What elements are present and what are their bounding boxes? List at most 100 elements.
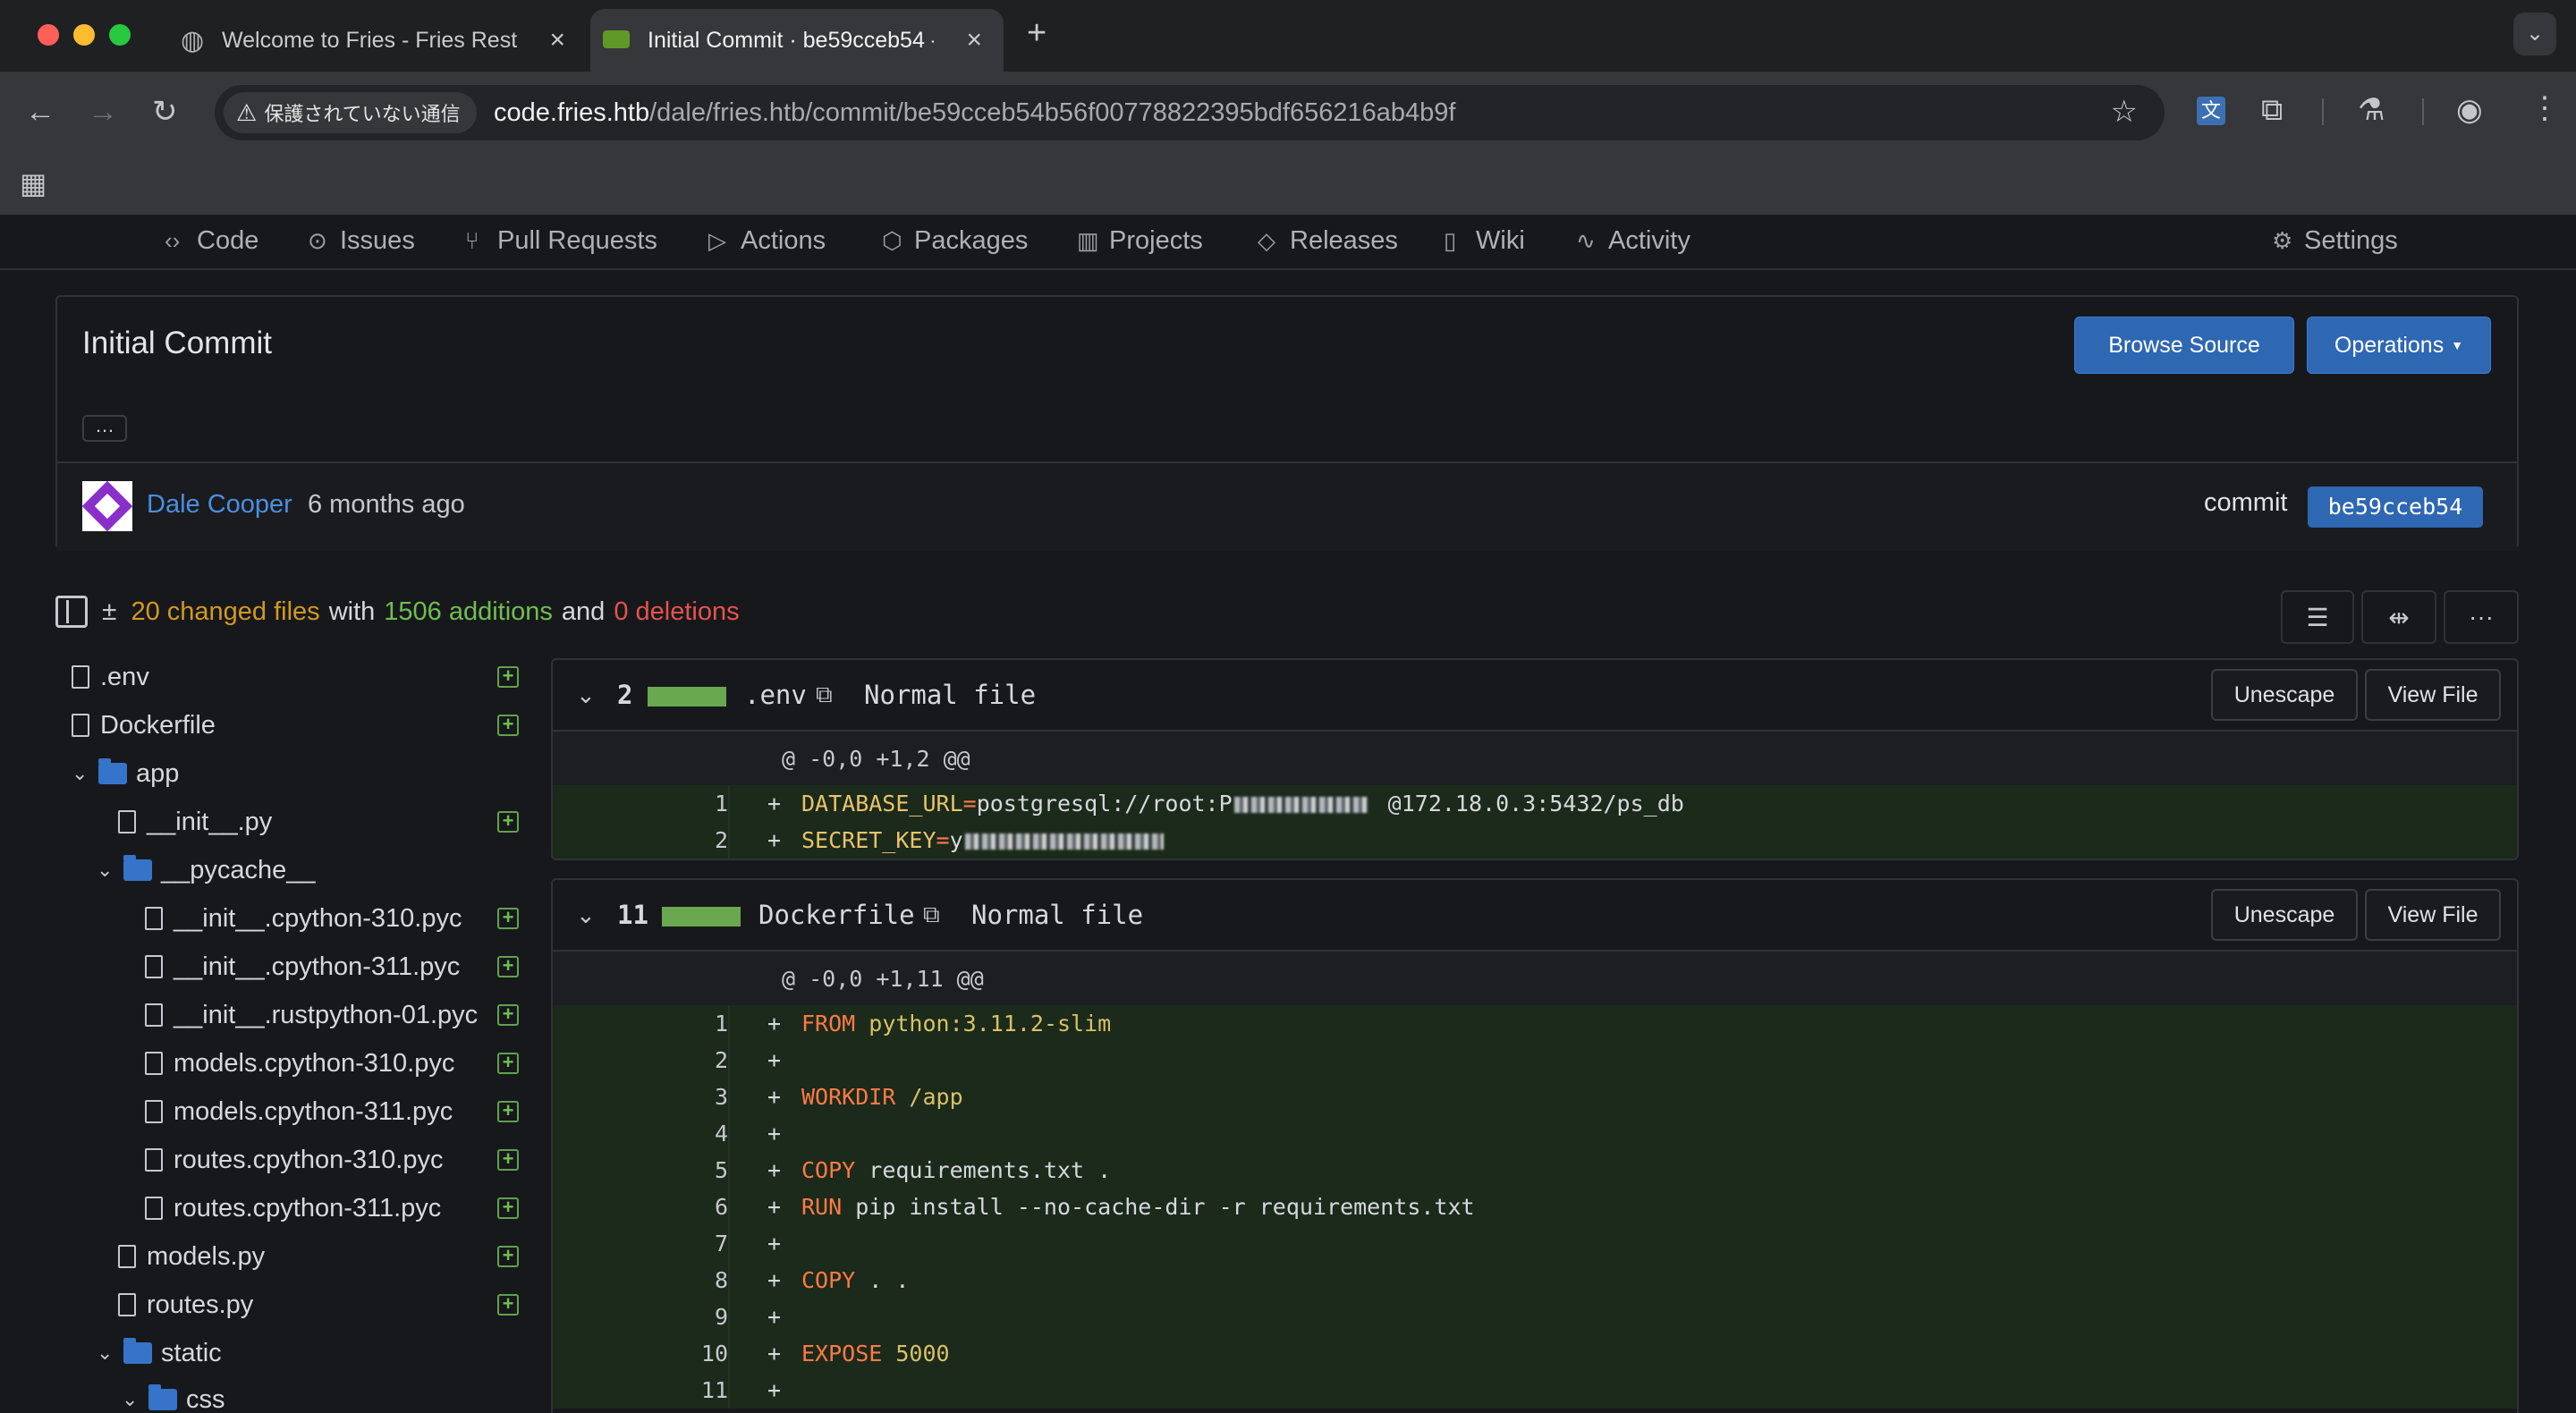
reload-icon[interactable]: ↻ [152,97,178,127]
avatar[interactable] [82,481,132,531]
tree-item-label: models.cpython-310.pyc [174,1048,455,1078]
view-file-button[interactable]: View File [2365,669,2501,721]
tree-item-label: __init__.cpython-310.pyc [174,903,462,933]
tree-folder[interactable]: ⌄ app [72,749,179,798]
address-bar[interactable]: ⚠ 保護されていない通信 code.fries.htb/dale/fries.h… [215,85,2165,140]
tree-item[interactable]: __init__.rustpython-01.pyc [145,991,478,1039]
browser-tab-active[interactable]: Initial Commit · be59cceb54 - × [590,9,1004,72]
package-icon: ⬡ [882,227,902,254]
tree-folder[interactable]: ⌄ __pycache__ [97,846,316,894]
deletions-count: 0 deletions [614,597,740,626]
tree-item-label: routes.cpython-310.pyc [174,1145,444,1174]
diff-filename[interactable]: Dockerfile [758,900,915,930]
hunk-text: @ -0,0 +1,2 @@ [782,745,970,772]
nav-pull-requests[interactable]: ⑂ Pull Requests [465,215,657,267]
unescape-button[interactable]: Unescape [2211,889,2358,941]
tree-item[interactable]: __init__.py [118,798,272,846]
author-link[interactable]: Dale Cooper [147,490,292,520]
issue-icon: ⊙ [308,227,327,254]
toggle-file-tree-icon[interactable] [55,596,88,628]
diff-filename[interactable]: .env [744,680,807,710]
line-number: 7 [714,1231,728,1256]
copy-path-icon[interactable]: ⧉ [923,901,940,929]
globe-icon: ◍ [181,25,205,55]
nav-packages[interactable]: ⬡ Packages [882,215,1028,267]
apps-grid-icon[interactable]: ▦ [20,166,47,200]
split-view-button[interactable]: ⇹ [2361,590,2436,644]
collapse-chevron-icon[interactable]: ⌄ [576,901,596,929]
more-options-button[interactable]: ··· [2444,590,2519,644]
tree-item[interactable]: models.cpython-310.pyc [145,1039,454,1087]
minimize-window-button[interactable] [73,24,95,46]
close-tab-icon[interactable]: × [549,25,565,55]
dockerfile-argument: requirements.txt . [869,1157,1112,1183]
nav-actions[interactable]: ▷ Actions [708,215,826,267]
collapse-chevron-icon[interactable]: ⌄ [576,681,596,709]
bookmark-star-icon[interactable]: ☆ [2111,94,2138,130]
tree-item[interactable]: routes.cpython-310.pyc [145,1136,443,1184]
security-label: 保護されていない通信 [264,103,461,125]
browser-menu-icon[interactable]: ⋮ [2529,93,2560,123]
dockerfile-argument: . . [869,1267,910,1293]
tree-item[interactable]: routes.cpython-311.pyc [145,1184,441,1232]
view-file-button[interactable]: View File [2365,889,2501,941]
tree-item-label: __pycache__ [161,855,316,884]
whitespace-toggle-button[interactable]: ☰ [2281,590,2354,644]
nav-releases[interactable]: ◇ Releases [1258,215,1398,267]
commit-label: commit [2204,488,2288,517]
file-mode: Normal file [864,680,1037,710]
profile-icon[interactable]: ◉ [2456,95,2483,125]
tab-title: Welcome to Fries - Fries Rest [222,27,517,53]
labs-flask-icon[interactable]: ⚗ [2358,95,2385,125]
close-tab-icon[interactable]: × [966,25,982,55]
tree-folder[interactable]: ⌄ css [122,1375,225,1413]
new-tab-icon[interactable]: + [1027,14,1046,53]
caret-down-icon: ▼ [2451,338,2464,352]
tree-item[interactable]: models.cpython-311.pyc [145,1087,453,1136]
nav-activity[interactable]: ∿ Activity [1576,215,1690,267]
env-value: y [949,827,963,853]
unescape-button[interactable]: Unescape [2211,669,2358,721]
tree-item-label: routes.cpython-311.pyc [174,1193,442,1223]
nav-settings[interactable]: ⚙ Settings [2272,215,2398,267]
browser-tab-inactive[interactable]: ◍ Welcome to Fries - Fries Rest × [166,9,587,72]
tree-item[interactable]: .env [72,653,149,701]
diff-line: 1 + FROM python:3.11.2-slim [553,1005,2517,1042]
security-chip[interactable]: ⚠ 保護されていない通信 [224,92,477,133]
diff-line: 11 + [553,1372,2517,1409]
close-window-button[interactable] [38,24,59,46]
file-added-icon: + [497,666,519,688]
tab-search-icon[interactable]: ⌄ [2513,13,2556,55]
operations-dropdown[interactable]: Operations ▼ [2307,317,2491,374]
nav-label: Activity [1608,225,1690,255]
browse-source-button[interactable]: Browse Source [2074,317,2294,374]
tree-item[interactable]: Dockerfile [72,701,216,749]
commit-sha-badge[interactable]: be59cceb54 [2308,487,2483,528]
back-icon[interactable]: ← [25,97,55,127]
nav-label: Wiki [1476,225,1525,255]
nav-projects[interactable]: ▥ Projects [1077,215,1203,267]
nav-wiki[interactable]: ▯ Wiki [1444,215,1525,267]
tree-item[interactable]: __init__.cpython-311.pyc [145,943,460,991]
tree-item[interactable]: __init__.cpython-310.pyc [145,894,462,943]
diff-file-header: ⌄ 2 .env ⧉ Normal file Unescape View Fil… [553,660,2517,732]
nav-label: Actions [741,225,826,255]
dockerfile-argument: 5000 [895,1341,950,1366]
env-value-host: @172.18.0.3:5432/ps_db [1387,791,1684,816]
tree-folder[interactable]: ⌄ static [97,1329,222,1377]
tree-item[interactable]: routes.py [118,1281,253,1329]
tree-item[interactable]: models.py [118,1232,265,1281]
forward-icon[interactable]: → [88,97,118,127]
nav-code[interactable]: ‹› Code [165,215,258,267]
expand-message-button[interactable]: … [82,415,127,442]
tree-item-label: models.py [147,1241,266,1271]
copy-path-icon[interactable]: ⧉ [816,681,833,709]
changed-files-link[interactable]: 20 changed files [131,597,319,627]
extension-translate-icon[interactable]: 文 [2197,97,2225,125]
maximize-window-button[interactable] [109,24,131,46]
nav-issues[interactable]: ⊙ Issues [308,215,415,267]
tree-item-label: static [161,1338,222,1367]
dockerfile-instruction: COPY [801,1157,856,1183]
env-eq: = [936,827,950,853]
extensions-puzzle-icon[interactable]: ⧉ [2261,95,2283,125]
